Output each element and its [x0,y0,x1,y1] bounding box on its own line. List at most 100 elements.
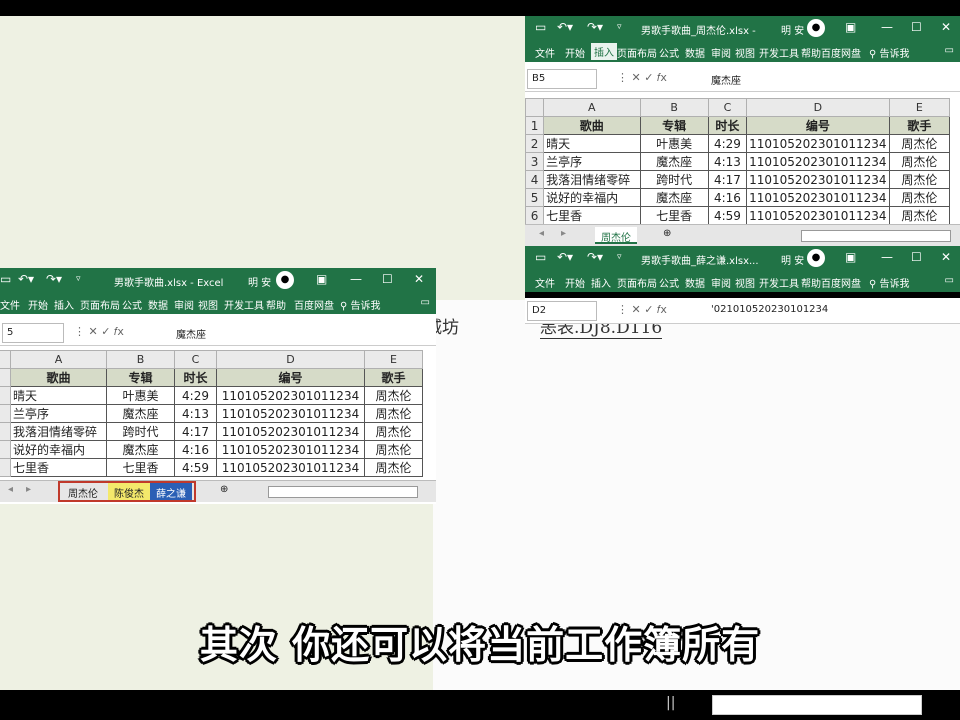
cell[interactable]: 兰亭序 [543,152,641,171]
customize-icon[interactable]: ▿ [617,21,622,33]
ribbon-tab-0[interactable]: 文件 [535,45,555,60]
ribbon-tab-2[interactable]: 插入 [54,297,74,312]
formula-buttons[interactable]: ⋮ ✕ ✓ 𝑓x [617,71,667,85]
ribbon-display-icon[interactable]: ▣ [316,273,327,285]
cell[interactable]: 叶惠美 [639,134,709,153]
ribbon-tab-0[interactable]: 文件 [0,297,20,312]
column-header-A[interactable]: A [543,98,641,117]
formula-buttons[interactable]: ⋮ ✕ ✓ 𝑓x [617,303,667,317]
maximize-icon[interactable]: ☐ [911,251,922,263]
select-all-corner[interactable] [525,98,545,117]
ribbon-display-icon[interactable]: ▣ [845,251,856,263]
close-icon[interactable]: ✕ [941,251,951,263]
cell[interactable]: 4:13 [174,404,217,423]
select-all-corner[interactable] [0,350,11,369]
cell[interactable]: 专辑 [639,116,709,135]
ribbon-tab-6[interactable]: 审阅 [711,275,731,290]
cell[interactable]: 七里香 [106,458,175,477]
avatar[interactable]: ● ● [807,249,825,281]
ribbon-tab-10[interactable]: 百度网盘 [294,297,334,312]
cell[interactable]: 110105202301011234 [216,440,365,459]
scroll-handle-icon[interactable]: || [666,695,688,715]
cell[interactable]: 周杰伦 [888,206,951,225]
comment-icon[interactable]: ▭ [945,275,954,286]
minimize-icon[interactable]: — [350,273,362,285]
ribbon-tab-0[interactable]: 文件 [535,275,555,290]
comment-icon[interactable]: ▭ [421,297,430,308]
row-header[interactable]: 1 [525,116,545,135]
tab-zhoujielun[interactable]: 周杰伦 [595,227,637,244]
ribbon-tab-7[interactable]: 视图 [735,275,755,290]
ribbon-tab-4[interactable]: 公式 [659,45,679,60]
horizontal-scrollbar[interactable] [801,230,951,242]
cell[interactable]: 七里香 [639,206,709,225]
row-header[interactable] [0,386,11,405]
formula-value[interactable]: 魔杰座 [711,72,741,87]
formula-buttons[interactable]: ⋮ ✕ ✓ 𝑓x [74,325,124,339]
ribbon-tab-5[interactable]: 数据 [685,275,705,290]
ribbon-tab-10[interactable]: 百度网盘 [821,275,861,290]
ribbon-tab-3[interactable]: 页面布局 [80,297,120,312]
cell[interactable]: 110105202301011234 [216,458,365,477]
customize-icon[interactable]: ▿ [76,273,81,285]
ribbon-tab-10[interactable]: 百度网盘 [821,45,861,60]
ribbon-tab-9[interactable]: 帮助 [801,45,821,60]
undo-icon[interactable]: ↶▾ [557,251,573,263]
cell[interactable]: 专辑 [106,368,175,387]
avatar[interactable]: ● ● [807,19,825,51]
row-header[interactable]: 3 [525,152,545,171]
add-sheet-icon[interactable]: ⊕ [220,484,228,495]
cell[interactable]: 说好的幸福内 [543,188,641,207]
undo-icon[interactable]: ↶▾ [18,273,34,285]
column-header-D[interactable]: D [746,98,890,117]
cell[interactable]: 周杰伦 [888,152,951,171]
minimize-icon[interactable]: — [881,251,893,263]
cell[interactable]: 歌手 [888,116,951,135]
ribbon-tab-5[interactable]: 数据 [685,45,705,60]
ribbon-tab-4[interactable]: 公式 [122,297,142,312]
column-header-A[interactable]: A [10,350,107,369]
tab-zhoujielun[interactable]: 周杰伦 [62,483,104,500]
cell[interactable]: 4:59 [707,206,748,225]
column-header-D[interactable]: D [216,350,365,369]
scroll-right-icon[interactable]: ▸ [561,228,566,239]
cell[interactable]: 叶惠美 [106,386,175,405]
cell[interactable]: 魔杰座 [106,404,175,423]
ribbon-tab-11[interactable]: ⚲ 告诉我 [340,297,381,312]
cell[interactable]: 编号 [216,368,365,387]
cell[interactable]: 晴天 [543,134,641,153]
scroll-left-icon[interactable]: ◂ [539,228,544,239]
cell[interactable]: 七里香 [10,458,107,477]
ribbon-tab-8[interactable]: 开发工具 [224,297,264,312]
cell[interactable]: 晴天 [10,386,107,405]
row-header[interactable]: 4 [525,170,545,189]
ribbon-tab-4[interactable]: 公式 [659,275,679,290]
cell[interactable]: 110105202301011234 [746,170,890,189]
ribbon-tab-11[interactable]: ⚲ 告诉我 [869,45,910,60]
ribbon-tab-8[interactable]: 开发工具 [759,275,799,290]
customize-icon[interactable]: ▿ [617,251,622,263]
tab-xuezhiqian[interactable]: 薛之谦 [150,483,192,500]
ribbon-tab-7[interactable]: 视图 [198,297,218,312]
row-header[interactable] [0,404,11,423]
cell[interactable]: 4:13 [707,152,748,171]
column-header-E[interactable]: E [364,350,423,369]
formula-value[interactable]: 魔杰座 [176,326,206,341]
column-header-C[interactable]: C [707,98,748,117]
ribbon-tab-1[interactable]: 开始 [565,275,585,290]
ribbon-tab-9[interactable]: 帮助 [801,275,821,290]
redo-icon[interactable]: ↷▾ [587,251,603,263]
name-box[interactable]: B5 [527,69,597,89]
ribbon-tab-7[interactable]: 视图 [735,45,755,60]
ribbon-tab-6[interactable]: 审阅 [711,45,731,60]
cell[interactable]: 时长 [707,116,748,135]
cell[interactable]: 110105202301011234 [746,206,890,225]
undo-icon[interactable]: ↶▾ [557,21,573,33]
row-header[interactable] [0,368,11,387]
cell[interactable]: 跨时代 [639,170,709,189]
cell[interactable]: 歌手 [364,368,423,387]
cell[interactable]: 周杰伦 [888,134,951,153]
name-box[interactable]: D2 [527,301,597,321]
cell[interactable]: 编号 [746,116,890,135]
bottom-horizontal-scrollbar[interactable] [712,695,922,715]
